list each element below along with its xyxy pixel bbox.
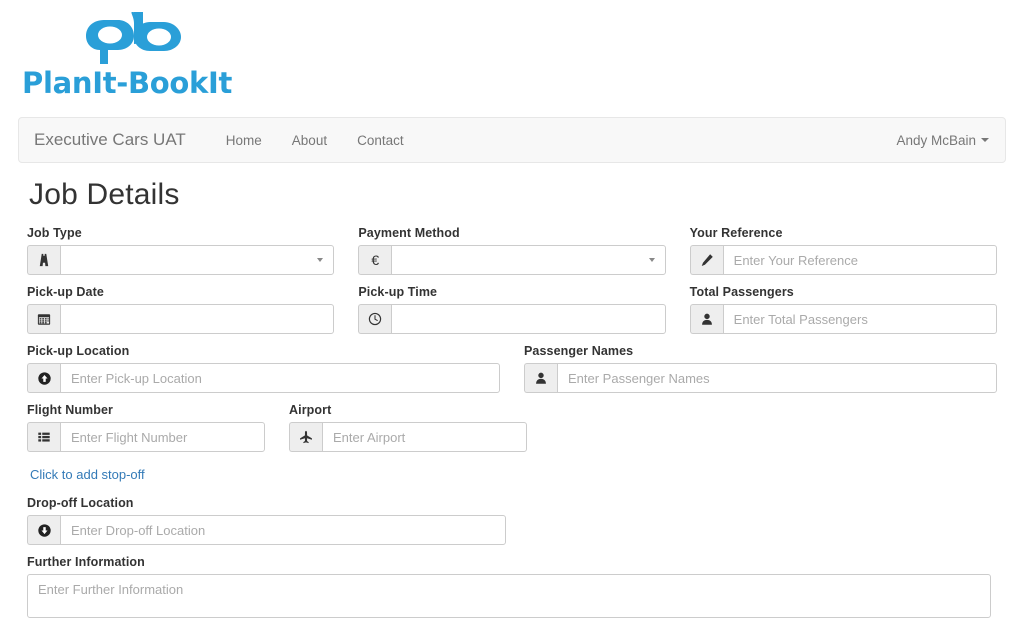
flight-number-input[interactable] [60,422,265,452]
clock-icon [358,304,392,334]
field-pickup-time: Pick-up Time [346,285,677,334]
further-information-label: Further Information [27,555,145,569]
arrow-circle-up-icon [27,363,60,393]
your-reference-input[interactable] [722,245,997,275]
field-airport: Airport [277,403,539,452]
user-icon [524,363,557,393]
job-details-form: Job Details Job Type Payment Method € Yo… [0,170,1024,633]
plane-icon [289,422,322,452]
passenger-names-input[interactable] [557,363,997,393]
pickup-location-input[interactable] [60,363,500,393]
field-your-reference: Your Reference [678,226,1009,275]
airport-input-group[interactable] [289,422,527,452]
your-reference-input-group[interactable] [689,245,997,275]
form-row-2: Pick-up Date Pick-up Time Total Passenge… [15,285,1009,344]
pickup-date-label: Pick-up Date [27,285,104,299]
flight-number-label: Flight Number [27,403,114,417]
payment-method-input-group[interactable]: € [358,245,666,275]
form-row-3: Pick-up Location Passenger Names [15,344,1009,403]
field-pickup-location: Pick-up Location [15,344,512,393]
field-pickup-date: Pick-up Date [15,285,346,334]
navbar-user-label: Andy McBain [896,132,976,148]
form-row-4: Flight Number Airport [15,403,1009,462]
dropoff-location-label: Drop-off Location [27,496,134,510]
pickup-time-input[interactable] [391,304,666,334]
add-stopoff-link[interactable]: Click to add stop-off [30,467,145,482]
total-passengers-label: Total Passengers [689,285,794,299]
chevron-down-icon [648,258,655,262]
chevron-down-icon [317,258,324,262]
chevron-down-icon [981,138,989,142]
field-job-type: Job Type [15,226,346,275]
euro-icon: € [358,245,392,275]
pickup-date-input[interactable] [60,304,335,334]
pickup-date-input-group[interactable] [27,304,335,334]
calendar-icon [27,304,60,334]
form-row-5: Drop-off Location [15,496,1009,555]
add-stopoff-row: Click to add stop-off [18,466,1006,484]
field-payment-method: Payment Method € [346,226,677,275]
payment-method-value [392,246,664,274]
airport-input[interactable] [322,422,527,452]
pickup-time-input-group[interactable] [358,304,666,334]
main-navbar: Executive Cars UAT Home About Contact An… [18,117,1006,163]
field-flight-number: Flight Number [15,403,277,452]
nav-link-contact[interactable]: Contact [342,133,419,148]
navbar-user-menu[interactable]: Andy McBain [896,133,1005,148]
airport-label: Airport [289,403,332,417]
field-dropoff-location: Drop-off Location [15,496,518,545]
site-logo[interactable]: PlanIt-BookIt [0,0,1024,104]
total-passengers-input[interactable] [722,304,997,334]
navbar-links: Home About Contact [211,133,419,148]
field-further-information: Further Information [15,555,1003,623]
page-title: Job Details [29,178,180,211]
dropoff-location-input-group[interactable] [27,515,506,545]
further-information-textarea[interactable] [27,574,991,618]
arrow-circle-down-icon [27,515,60,545]
passenger-names-input-group[interactable] [524,363,997,393]
navbar-brand[interactable]: Executive Cars UAT [19,130,201,150]
user-icon [689,304,723,334]
job-type-select[interactable] [60,245,335,275]
flight-number-input-group[interactable] [27,422,265,452]
form-row-6: Further Information [15,555,1009,633]
payment-method-select[interactable] [391,245,666,275]
job-type-input-group[interactable] [27,245,335,275]
passenger-names-label: Passenger Names [524,344,634,358]
pencil-icon [689,245,723,275]
dropoff-location-input[interactable] [60,515,506,545]
nav-link-home[interactable]: Home [211,133,277,148]
job-type-value [61,246,333,274]
total-passengers-input-group[interactable] [689,304,997,334]
your-reference-label: Your Reference [689,226,783,240]
nav-link-about[interactable]: About [277,133,342,148]
field-total-passengers: Total Passengers [678,285,1009,334]
payment-method-label: Payment Method [358,226,460,240]
pickup-location-label: Pick-up Location [27,344,130,358]
road-icon [27,245,60,275]
list-icon [27,422,60,452]
logo-wordmark: PlanIt-BookIt [22,66,233,100]
pb-monogram-icon [86,12,181,64]
form-row-1: Job Type Payment Method € Your Reference… [15,226,1009,285]
job-type-label: Job Type [27,226,82,240]
pickup-time-label: Pick-up Time [358,285,438,299]
pickup-location-input-group[interactable] [27,363,500,393]
field-passenger-names: Passenger Names [512,344,1009,393]
